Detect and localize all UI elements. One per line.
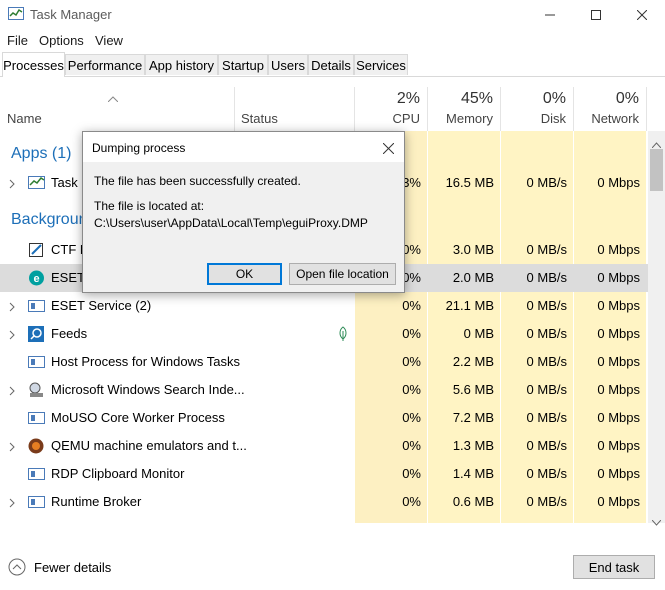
fewer-details-link[interactable]: Fewer details bbox=[34, 560, 111, 575]
tab-app-history[interactable]: App history bbox=[145, 54, 218, 75]
chevron-right-icon[interactable] bbox=[7, 384, 17, 396]
service-icon bbox=[28, 298, 45, 314]
dialog-file-path: C:\Users\user\AppData\Local\Temp\eguiPro… bbox=[94, 216, 368, 230]
dialog-title-bar: Dumping process bbox=[83, 132, 404, 162]
task-manager-icon bbox=[8, 7, 24, 21]
cpu-total: 2% bbox=[396, 90, 420, 107]
vertical-scrollbar[interactable] bbox=[648, 131, 665, 526]
efficiency-leaf-icon bbox=[338, 326, 348, 347]
chevron-right-icon[interactable] bbox=[7, 300, 17, 312]
header-disk[interactable]: 0% Disk bbox=[501, 77, 573, 131]
disk-total: 0% bbox=[542, 90, 566, 107]
dialog-title: Dumping process bbox=[92, 141, 186, 155]
tab-users[interactable]: Users bbox=[268, 54, 308, 75]
task-manager-icon bbox=[28, 175, 45, 191]
table-row[interactable]: QEMU machine emulators and t... 0% 1.3 M… bbox=[0, 432, 648, 460]
menu-file[interactable]: File bbox=[7, 33, 28, 48]
title-bar: Task Manager bbox=[0, 0, 665, 30]
table-row[interactable]: MoUSO Core Worker Process 0% 7.2 MB 0 MB… bbox=[0, 404, 648, 432]
search-indexer-icon bbox=[28, 382, 45, 398]
header-cpu[interactable]: 2% CPU bbox=[355, 77, 427, 131]
memory-total: 45% bbox=[460, 90, 493, 107]
tab-details[interactable]: Details bbox=[308, 54, 354, 75]
table-row[interactable]: RDP Clipboard Monitor 0% 1.4 MB 0 MB/s 0… bbox=[0, 460, 648, 488]
column-header: Name Status 2% CPU 45% Memory 0% Disk 0%… bbox=[0, 77, 648, 131]
table-row[interactable]: Feeds 0% 0 MB 0 MB/s 0 Mbps bbox=[0, 320, 648, 348]
table-row[interactable]: Runtime Broker 0% 0.6 MB 0 MB/s 0 Mbps bbox=[0, 488, 648, 516]
maximize-button[interactable] bbox=[573, 0, 619, 30]
dialog-close-button[interactable] bbox=[382, 141, 395, 159]
svg-text:e: e bbox=[33, 273, 39, 285]
menu-options[interactable]: Options bbox=[39, 33, 84, 48]
service-icon bbox=[28, 494, 45, 510]
tab-services[interactable]: Services bbox=[354, 54, 408, 75]
chevron-right-icon[interactable] bbox=[7, 177, 17, 189]
chevron-right-icon[interactable] bbox=[7, 496, 17, 508]
header-name[interactable]: Name bbox=[0, 77, 234, 131]
scrollbar-thumb[interactable] bbox=[650, 149, 663, 191]
network-total: 0% bbox=[615, 90, 639, 107]
chevron-right-icon[interactable] bbox=[7, 328, 17, 340]
ctf-loader-icon bbox=[28, 242, 45, 258]
footer: Fewer details End task bbox=[0, 545, 665, 590]
dumping-process-dialog: Dumping process The file has been succes… bbox=[82, 131, 405, 293]
service-icon bbox=[28, 354, 45, 370]
open-file-location-button[interactable]: Open file location bbox=[289, 263, 396, 285]
table-row[interactable]: Host Process for Windows Tasks 0% 2.2 MB… bbox=[0, 348, 648, 376]
tab-startup[interactable]: Startup bbox=[218, 54, 268, 75]
ok-button[interactable]: OK bbox=[207, 263, 282, 285]
dialog-location-label: The file is located at: bbox=[94, 199, 205, 213]
chevron-right-icon[interactable] bbox=[7, 440, 17, 452]
table-row[interactable]: ESET Service (2) 0% 21.1 MB 0 MB/s 0 Mbp… bbox=[0, 292, 648, 320]
feeds-icon bbox=[28, 326, 45, 342]
tab-processes[interactable]: Processes bbox=[2, 52, 65, 77]
dialog-message: The file has been successfully created. bbox=[94, 174, 301, 188]
close-icon bbox=[382, 142, 395, 155]
tab-performance[interactable]: Performance bbox=[65, 54, 145, 75]
close-button[interactable] bbox=[619, 0, 665, 30]
end-task-button[interactable]: End task bbox=[573, 555, 655, 579]
service-icon bbox=[28, 410, 45, 426]
tab-bar: Processes Performance App history Startu… bbox=[0, 52, 665, 77]
minimize-button[interactable] bbox=[527, 0, 573, 30]
table-row[interactable]: Microsoft Windows Search Inde... 0% 5.6 … bbox=[0, 376, 648, 404]
eset-icon: e bbox=[28, 270, 45, 286]
header-status[interactable]: Status bbox=[235, 77, 354, 131]
menu-bar: File Options View bbox=[0, 30, 665, 52]
fewer-details-icon[interactable] bbox=[8, 558, 26, 581]
service-icon bbox=[28, 466, 45, 482]
qemu-icon bbox=[28, 438, 45, 454]
window-title: Task Manager bbox=[30, 7, 112, 22]
menu-view[interactable]: View bbox=[95, 33, 123, 48]
header-power[interactable]: P bbox=[647, 77, 653, 131]
header-network[interactable]: 0% Network bbox=[574, 77, 646, 131]
header-memory[interactable]: 45% Memory bbox=[428, 77, 500, 131]
close-icon bbox=[637, 10, 647, 20]
scroll-down-icon[interactable] bbox=[651, 513, 662, 531]
